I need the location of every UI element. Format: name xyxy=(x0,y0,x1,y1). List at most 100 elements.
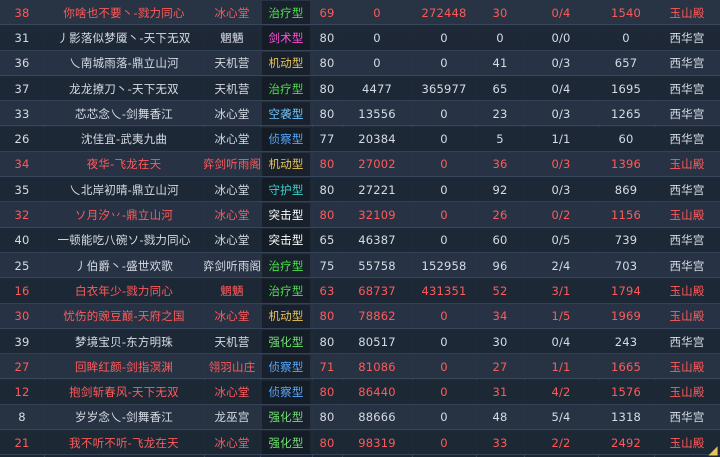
table-row[interactable]: 30 忧伤的豌豆巅-天府之国 冰心堂 机动型 80 78862 0 34 1/5 1969 玉山殿 xyxy=(0,303,720,330)
table-row[interactable]: 31 丿影落似梦魇丶-天下无双 魍魉 剑术型 80 0 0 0 0/0 0 西华宫 xyxy=(0,25,720,51)
score-cell: 60 xyxy=(492,233,508,248)
lvl-req-cell: 38 xyxy=(14,5,30,20)
damage-cell: 0 xyxy=(373,56,381,71)
role-type-cell: 侦察型 xyxy=(260,354,312,379)
table-row[interactable]: 21 我不听不听-飞龙在天 冰心堂 强化型 80 98319 0 33 2/2 2492 玉山殿 xyxy=(0,430,720,456)
server-cell: 西华宫 xyxy=(654,101,720,126)
role-type-label: 剑术型 xyxy=(268,30,304,45)
server-cell: 西华宫 xyxy=(654,76,720,101)
player-name-cell: 抱剑斩春风-天下无双 xyxy=(69,385,179,400)
table-row[interactable]: 37 龙龙撩刀丶-天下无双 天机营 治疗型 80 4477 365977 65 0/4 1695 西… xyxy=(0,75,720,102)
score-cell: 26 xyxy=(492,208,508,223)
damage-cell: 27002 xyxy=(358,157,396,172)
healing-cell: 272448 xyxy=(421,5,467,20)
role-type-cell: 机动型 xyxy=(260,304,312,329)
server-label: 西华宫 xyxy=(669,334,705,349)
kill-death-cell: 0/3 xyxy=(551,157,571,172)
healing-cell: 0 xyxy=(440,182,448,197)
points-cell: 739 xyxy=(614,233,638,248)
table-row[interactable]: 25 丿伯爵丶-盛世欢歌 弈剑听雨阁 治疗型 75 55758 152958 96 2/4 703… xyxy=(0,253,720,279)
kill-death-cell: 0/0 xyxy=(551,30,571,45)
role-type-label: 守护型 xyxy=(268,182,304,197)
resize-corner-icon[interactable]: ◢ xyxy=(706,443,720,457)
level-cell: 80 xyxy=(319,334,335,349)
player-name-cell: 芯芯念乀-剑舞香江 xyxy=(75,106,173,121)
table-row[interactable]: 34 夜华-飞龙在天 弈剑听雨阁 机动型 80 27002 0 36 0/3 1396 玉山殿 xyxy=(0,151,720,178)
server-label: 西华宫 xyxy=(669,132,705,147)
points-cell: 869 xyxy=(614,182,638,197)
healing-cell: 0 xyxy=(440,309,448,324)
role-type-label: 治疗型 xyxy=(268,258,304,273)
role-type-cell: 守护型 xyxy=(260,177,312,202)
role-type-label: 侦察型 xyxy=(268,385,304,400)
role-type-cell: 空袭型 xyxy=(260,101,312,126)
damage-cell: 0 xyxy=(373,30,381,45)
score-cell: 27 xyxy=(492,359,508,374)
lvl-req-cell: 33 xyxy=(14,106,30,121)
kill-death-cell: 3/1 xyxy=(551,283,571,298)
table-row[interactable]: 8 岁岁念乀-剑舞香江 龙巫宫 强化型 80 88666 0 48 5/4 1318 西华宫 xyxy=(0,404,720,431)
table-row[interactable]: 36 乀南城雨落-鼎立山河 天机营 机动型 80 0 0 41 0/3 657 西华宫 xyxy=(0,50,720,77)
server-cell: 玉山殿 xyxy=(654,0,720,25)
role-type-cell: 突击型 xyxy=(260,228,312,253)
table-row[interactable]: 32 ソ月汐丷-鼎立山河 冰心堂 突击型 80 32109 0 26 0/2 1156 玉山殿 xyxy=(0,202,720,228)
role-type-cell: 强化型 xyxy=(260,405,312,430)
server-label: 西华宫 xyxy=(669,258,705,273)
table-row[interactable]: 26 沈佳宜-武夷九曲 冰心堂 侦察型 77 20384 0 5 1/1 60 西华宫 xyxy=(0,126,720,153)
table-row[interactable]: 40 一顿能吃八碗ソ-戮力同心 冰心堂 突击型 65 46387 0 60 0/5 739 西华宫 xyxy=(0,227,720,254)
player-name-cell: 忧伤的豌豆巅-天府之国 xyxy=(63,309,185,324)
level-cell: 69 xyxy=(319,5,335,20)
server-label: 西华宫 xyxy=(669,56,705,71)
role-type-label: 机动型 xyxy=(268,309,304,324)
role-type-label: 机动型 xyxy=(268,56,304,71)
role-type-cell: 机动型 xyxy=(260,51,312,76)
level-cell: 63 xyxy=(319,283,335,298)
sect-cell: 冰心堂 xyxy=(214,5,250,20)
table-row[interactable]: 35 乀北岸初晴-鼎立山河 冰心堂 守护型 80 27221 0 92 0/3 869 西华宫 xyxy=(0,177,720,203)
points-cell: 1265 xyxy=(610,106,642,121)
level-cell: 80 xyxy=(319,309,335,324)
server-label: 西华宫 xyxy=(669,410,705,425)
player-name-cell: 梦境宝贝-东方明珠 xyxy=(75,334,173,349)
server-cell: 西华宫 xyxy=(654,177,720,202)
kill-death-cell: 0/3 xyxy=(551,106,571,121)
points-cell: 1794 xyxy=(610,283,642,298)
server-label: 玉山殿 xyxy=(669,385,705,400)
healing-cell: 0 xyxy=(440,334,448,349)
kill-death-cell: 1/1 xyxy=(551,359,571,374)
points-cell: 1318 xyxy=(610,410,642,425)
server-cell: 玉山殿 xyxy=(654,152,720,177)
damage-cell: 20384 xyxy=(358,132,396,147)
level-cell: 80 xyxy=(319,182,335,197)
player-name-cell: 一顿能吃八碗ソ-戮力同心 xyxy=(57,233,191,248)
server-label: 玉山殿 xyxy=(669,5,705,20)
table-row[interactable]: 39 梦境宝贝-东方明珠 天机营 强化型 80 80517 0 30 0/4 243 西华宫 xyxy=(0,328,720,355)
points-cell: 60 xyxy=(618,132,634,147)
server-cell: 西华宫 xyxy=(654,228,720,253)
score-cell: 30 xyxy=(492,334,508,349)
sect-cell: 冰心堂 xyxy=(214,182,250,197)
kill-death-cell: 1/1 xyxy=(551,132,571,147)
table-row[interactable]: 33 芯芯念乀-剑舞香江 冰心堂 空袭型 80 13556 0 23 0/3 1265 西华宫 xyxy=(0,101,720,127)
table-row[interactable]: 16 白衣年少-戮力同心 魍魉 治疗型 63 68737 431351 52 3/1 1794 玉山… xyxy=(0,278,720,304)
healing-cell: 0 xyxy=(440,157,448,172)
server-cell: 玉山殿 xyxy=(654,380,720,405)
server-label: 玉山殿 xyxy=(669,157,705,172)
role-type-cell: 强化型 xyxy=(260,329,312,354)
sect-cell: 天机营 xyxy=(214,56,250,71)
healing-cell: 0 xyxy=(440,132,448,147)
table-row[interactable]: 27 回眸红颜-剑指溟渊 翎羽山庄 侦察型 71 81086 0 27 1/1 1665 玉山殿 xyxy=(0,354,720,380)
role-type-cell: 治疗型 xyxy=(260,253,312,278)
lvl-req-cell: 31 xyxy=(14,30,30,45)
server-cell: 玉山殿 xyxy=(654,278,720,303)
level-cell: 80 xyxy=(319,410,335,425)
kill-death-cell: 5/4 xyxy=(551,410,571,425)
player-name-cell: 你啥也不要丶-戮力同心 xyxy=(63,5,185,20)
score-cell: 65 xyxy=(492,81,508,96)
kill-death-cell: 0/3 xyxy=(551,182,571,197)
server-label: 西华宫 xyxy=(669,106,705,121)
score-cell: 31 xyxy=(492,385,508,400)
table-row[interactable]: 12 抱剑斩春风-天下无双 冰心堂 侦察型 80 86440 0 31 4/2 1576 玉山殿 xyxy=(0,379,720,406)
kill-death-cell: 2/4 xyxy=(551,258,571,273)
table-row[interactable]: 38 你啥也不要丶-戮力同心 冰心堂 治疗型 69 0 272448 30 0/4 1540 玉山殿 xyxy=(0,0,720,26)
